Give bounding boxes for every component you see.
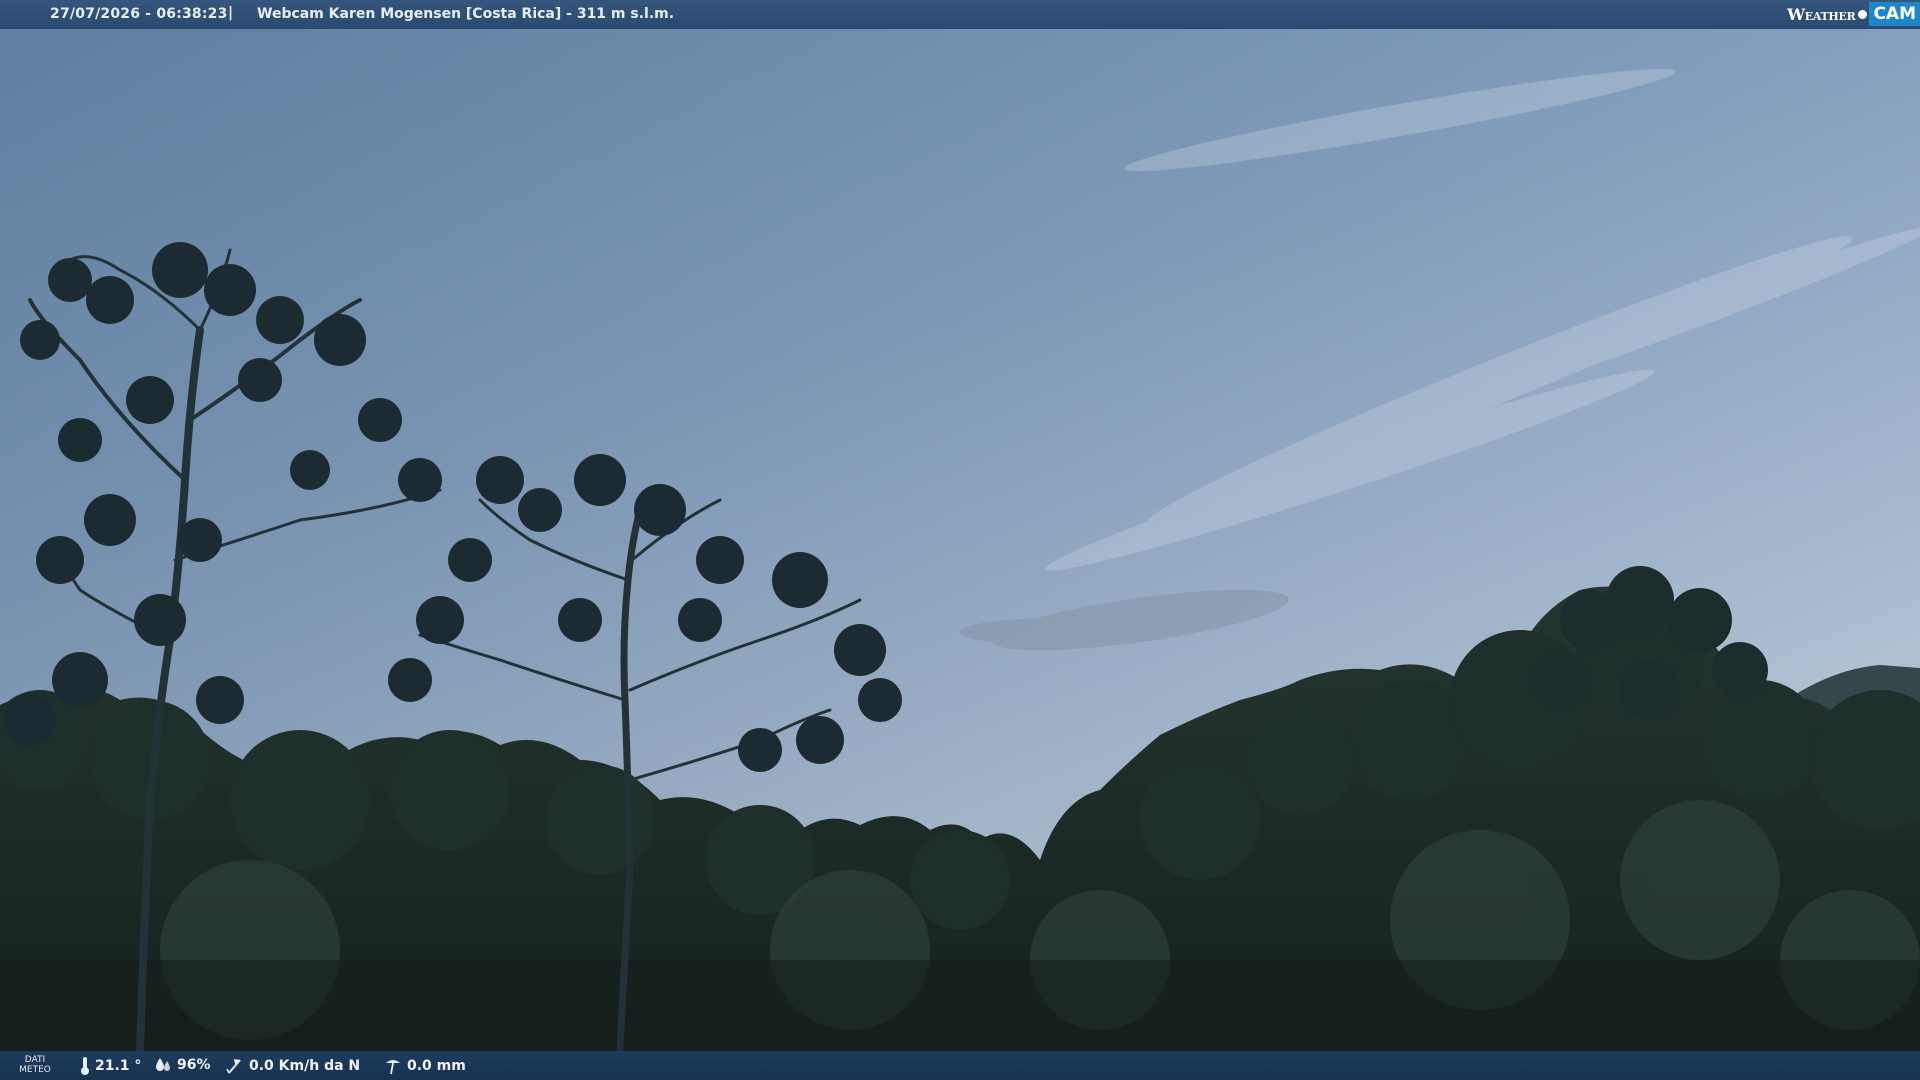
- webcam-title: Webcam Karen Mogensen [Costa Rica] - 311…: [257, 6, 675, 22]
- footer-bar: DATI METEO 21.1 ° 96% 0.0 Km/h da N 0.0 …: [0, 1051, 1920, 1080]
- thermometer-icon: [81, 1057, 89, 1075]
- datetime: 27/07/2026 - 06:38:23: [50, 6, 228, 22]
- weathercam-logo[interactable]: Weather CAM: [1781, 0, 1920, 28]
- webcam-scene: [0, 0, 1920, 1080]
- logo-cam-text: CAM: [1869, 2, 1920, 26]
- humidity-reading: 96%: [154, 1057, 211, 1073]
- wind-icon: [226, 1059, 241, 1074]
- rain-gauge-icon: [386, 1060, 400, 1075]
- header-separator: |: [228, 5, 234, 21]
- logo-dot-icon: [1858, 9, 1868, 19]
- header-bar: 27/07/2026 - 06:38:23 | Webcam Karen Mog…: [0, 0, 1920, 29]
- wind-reading: 0.0 Km/h da N: [226, 1057, 360, 1075]
- logo-weather-text: Weather: [1787, 4, 1856, 24]
- temperature-reading: 21.1 °: [80, 1057, 141, 1075]
- rain-reading: 0.0 mm: [384, 1057, 466, 1075]
- humidity-icon: [156, 1058, 170, 1071]
- rain-value: 0.0 mm: [407, 1058, 466, 1074]
- dati-meteo-label: DATI METEO: [19, 1055, 51, 1075]
- wind-value: 0.0 Km/h da N: [249, 1058, 361, 1074]
- humidity-value: 96%: [177, 1057, 211, 1073]
- temperature-value: 21.1 °: [95, 1058, 142, 1074]
